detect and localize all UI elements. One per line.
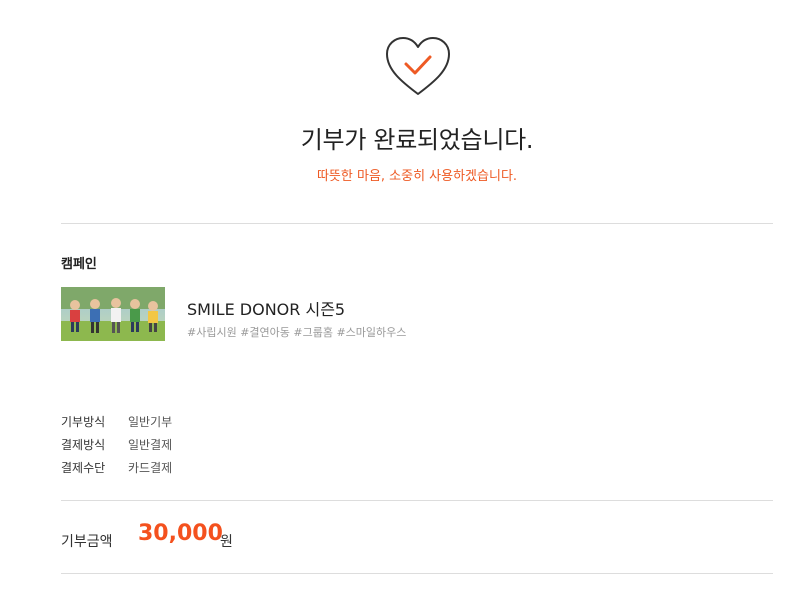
amount-unit: 원 [220, 534, 233, 550]
divider [61, 573, 773, 574]
info-row-method: 기부방식 일반기부 [61, 413, 172, 430]
page-title: 기부가 완료되었습니다. [300, 126, 534, 154]
info-value: 일반결제 [128, 438, 173, 452]
campaign-title[interactable]: SMILE DONOR 시즌5 [187, 296, 345, 320]
info-value: 일반기부 [128, 415, 173, 429]
info-value: 카드결제 [128, 461, 173, 475]
amount-label: 기부금액 [61, 534, 113, 550]
info-label: 결제수단 [61, 461, 106, 475]
amount-value: 30,000 [138, 521, 223, 546]
info-row-payment-means: 결제수단 카드결제 [61, 459, 172, 476]
campaign-thumbnail[interactable] [61, 287, 165, 341]
heart-check-icon [386, 37, 450, 95]
info-label: 기부방식 [61, 415, 106, 429]
divider [61, 223, 773, 224]
campaign-tags: #사립시원 #결연아동 #그룹홈 #스마일하우스 [187, 326, 407, 339]
divider [61, 500, 773, 501]
page-subtitle: 따뜻한 마음, 소중히 사용하겠습니다. [316, 169, 518, 184]
campaign-section-label: 캠페인 [61, 257, 97, 272]
info-label: 결제방식 [61, 438, 106, 452]
info-row-payment-type: 결제방식 일반결제 [61, 436, 172, 453]
